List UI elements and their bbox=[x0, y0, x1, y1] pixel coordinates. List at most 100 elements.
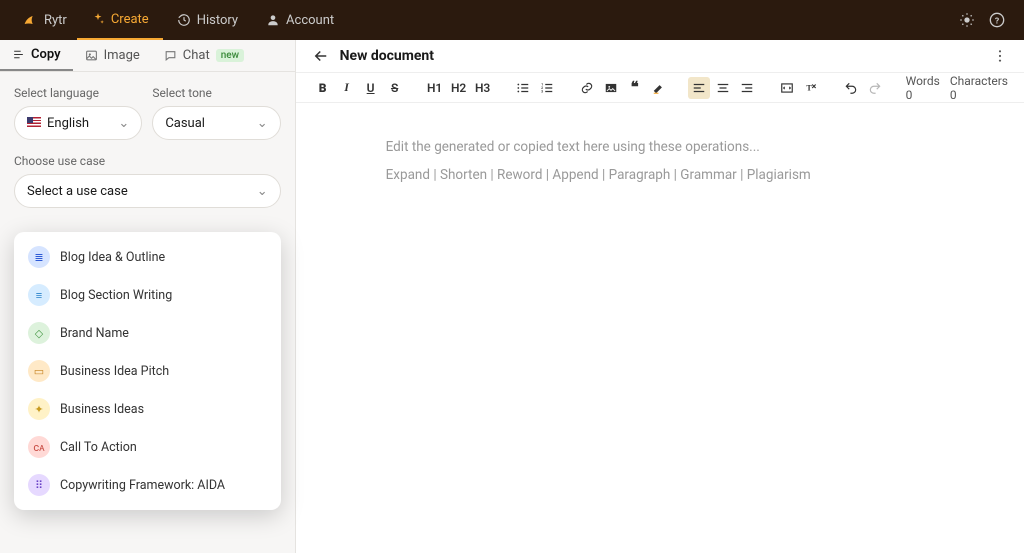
topbar: Rytr Create History Account ? bbox=[0, 0, 1024, 40]
usecase-option-label: Business Idea Pitch bbox=[60, 364, 169, 379]
undo-button[interactable] bbox=[840, 77, 862, 99]
usecase-option[interactable]: ≣Blog Idea & Outline bbox=[14, 238, 281, 276]
usecase-option-icon: ≡ bbox=[28, 284, 50, 306]
usecase-option[interactable]: ▭ Business Idea Pitch bbox=[14, 352, 281, 390]
brand-name: Rytr bbox=[44, 13, 67, 28]
underline-button[interactable]: U bbox=[360, 77, 382, 99]
tone-label: Select tone bbox=[152, 86, 280, 100]
image-icon bbox=[604, 81, 618, 95]
tab-image[interactable]: Image bbox=[73, 40, 152, 71]
usecase-option[interactable]: ≡ Blog Section Writing bbox=[14, 276, 281, 314]
image-button[interactable] bbox=[600, 77, 622, 99]
usecase-option-label: Copywriting Framework: AIDA bbox=[60, 478, 225, 493]
clear-format-icon: T bbox=[804, 81, 818, 95]
theme-toggle[interactable] bbox=[952, 5, 982, 35]
usecase-option[interactable]: ✦Business Ideas bbox=[14, 390, 281, 428]
nav-create[interactable]: Create bbox=[77, 0, 163, 40]
toolbar: B I U S H1 H2 H3 123 ❝ bbox=[296, 73, 1024, 103]
h3-button[interactable]: H3 bbox=[472, 77, 494, 99]
align-right-button[interactable] bbox=[736, 77, 758, 99]
usecase-option-label: Blog Section Writing bbox=[60, 288, 172, 303]
tone-select[interactable]: Casual ⌄ bbox=[152, 106, 280, 140]
number-list-button[interactable]: 123 bbox=[536, 77, 558, 99]
chars-count: 0 bbox=[950, 88, 957, 102]
more-button[interactable] bbox=[992, 48, 1008, 64]
account-icon bbox=[266, 13, 280, 27]
chars-label: Characters bbox=[950, 74, 1008, 88]
usecase-option-icon: ⠿ bbox=[28, 474, 50, 496]
editor: New document B I U S H1 H2 H3 123 bbox=[296, 40, 1024, 553]
usecase-value: Select a use case bbox=[27, 184, 128, 199]
tab-copy[interactable]: Copy bbox=[0, 40, 73, 71]
nav-account[interactable]: Account bbox=[252, 0, 348, 40]
nav-create-label: Create bbox=[111, 12, 149, 27]
clear-format-button[interactable]: T bbox=[800, 77, 822, 99]
usecase-label: Choose use case bbox=[14, 154, 281, 168]
tab-chat[interactable]: Chat new bbox=[152, 40, 256, 71]
align-left-button[interactable] bbox=[688, 77, 710, 99]
link-icon bbox=[580, 81, 594, 95]
svg-text:?: ? bbox=[995, 16, 999, 26]
arrow-left-icon bbox=[312, 47, 330, 65]
redo-button[interactable] bbox=[864, 77, 886, 99]
panel: Select language English ⌄ Select tone Ca… bbox=[0, 72, 295, 222]
history-icon bbox=[177, 13, 191, 27]
italic-button[interactable]: I bbox=[336, 77, 358, 99]
language-select[interactable]: English ⌄ bbox=[14, 106, 142, 140]
highlight-button[interactable] bbox=[648, 77, 670, 99]
h1-button[interactable]: H1 bbox=[424, 77, 446, 99]
usecase-dropdown: ≣Blog Idea & Outline ≡ Blog Section Writin… bbox=[14, 232, 281, 510]
help-button[interactable]: ? bbox=[982, 5, 1012, 35]
redo-icon bbox=[868, 81, 882, 95]
quote-button[interactable]: ❝ bbox=[624, 77, 646, 99]
strike-button[interactable]: S bbox=[384, 77, 406, 99]
more-vert-icon bbox=[992, 48, 1008, 64]
words-label: Words bbox=[906, 74, 940, 88]
sun-icon bbox=[959, 12, 975, 28]
usecase-option-label: Brand Name bbox=[60, 326, 129, 341]
usecase-option-label: Business Ideas bbox=[60, 402, 144, 417]
doc-header: New document bbox=[296, 40, 1024, 73]
back-button[interactable] bbox=[312, 47, 330, 65]
usecase-option[interactable]: ◇ Brand Name bbox=[14, 314, 281, 352]
code-block-button[interactable] bbox=[776, 77, 798, 99]
help-icon: ? bbox=[989, 12, 1005, 28]
nav-history[interactable]: History bbox=[163, 0, 252, 40]
brand[interactable]: Rytr bbox=[12, 0, 77, 40]
usecase-select[interactable]: Select a use case ⌄ bbox=[14, 174, 281, 208]
list-ul-icon bbox=[516, 81, 530, 95]
usecase-option-icon: ▭ bbox=[28, 360, 50, 382]
usecase-option-label: Call To Action bbox=[60, 440, 137, 455]
highlight-icon bbox=[652, 81, 666, 95]
sparkle-icon bbox=[91, 12, 105, 26]
usecase-option-icon: cᴀ bbox=[28, 436, 50, 458]
bullet-list-button[interactable] bbox=[512, 77, 534, 99]
chevron-down-icon: ⌄ bbox=[257, 184, 268, 199]
page-title: New document bbox=[340, 48, 992, 64]
flag-us-icon bbox=[27, 117, 41, 127]
editor-placeholder-line1: Edit the generated or copied text here u… bbox=[386, 133, 934, 161]
bold-button[interactable]: B bbox=[312, 77, 334, 99]
nav-account-label: Account bbox=[286, 13, 334, 28]
link-button[interactable] bbox=[576, 77, 598, 99]
side-tabs: Copy Image Chat new bbox=[0, 40, 295, 72]
undo-icon bbox=[844, 81, 858, 95]
h2-button[interactable]: H2 bbox=[448, 77, 470, 99]
align-center-button[interactable] bbox=[712, 77, 734, 99]
usecase-option-icon: ◇ bbox=[28, 322, 50, 344]
usecase-option[interactable]: ⠿ Copywriting Framework: AIDA bbox=[14, 466, 281, 504]
svg-text:3: 3 bbox=[541, 89, 543, 93]
chevron-down-icon: ⌄ bbox=[118, 116, 129, 131]
usecase-option[interactable]: cᴀ Call To Action bbox=[14, 428, 281, 466]
doc-body[interactable]: Edit the generated or copied text here u… bbox=[296, 103, 1024, 553]
language-label: Select language bbox=[14, 86, 142, 100]
brand-logo-icon bbox=[22, 12, 38, 28]
code-block-icon bbox=[780, 81, 794, 95]
counts: Words 0 Characters 0 bbox=[906, 74, 1008, 102]
usecase-option-label: Blog Idea & Outline bbox=[60, 250, 165, 265]
image-icon bbox=[85, 49, 98, 62]
tone-value: Casual bbox=[165, 116, 205, 131]
language-value: English bbox=[47, 116, 89, 131]
editor-placeholder-line2: Expand | Shorten | Reword | Append | Par… bbox=[386, 161, 934, 189]
words-count: 0 bbox=[906, 88, 913, 102]
